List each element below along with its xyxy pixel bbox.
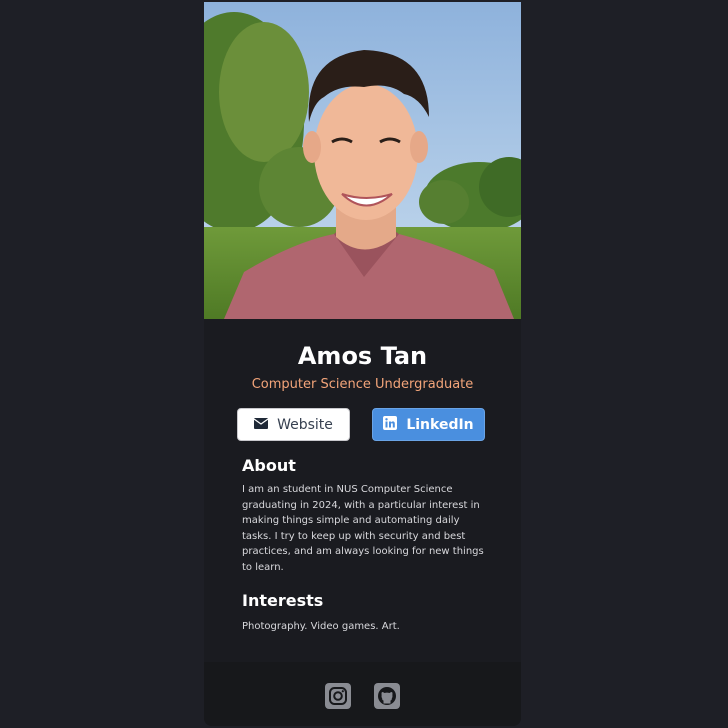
website-button-label: Website [277, 416, 333, 433]
profile-subtitle: Computer Science Undergraduate [251, 377, 474, 392]
profile-name: Amos Tan [297, 342, 428, 370]
about-text: I am an student in NUS Computer Science … [242, 484, 484, 573]
footer [204, 662, 521, 726]
profile-card: Amos Tan Computer Science Undergraduate … [204, 2, 521, 726]
interests-text: Photography. Video games. Art. [242, 621, 400, 632]
about-heading: About [242, 456, 296, 475]
linkedin-button[interactable]: LinkedIn [372, 408, 485, 441]
profile-photo [204, 2, 521, 319]
github-icon[interactable] [374, 683, 400, 709]
instagram-icon[interactable] [325, 683, 351, 709]
linkedin-button-label: LinkedIn [406, 416, 474, 433]
envelope-icon [253, 417, 269, 433]
linkedin-icon [383, 415, 398, 434]
interests-heading: Interests [242, 591, 324, 610]
website-button[interactable]: Website [237, 408, 350, 441]
